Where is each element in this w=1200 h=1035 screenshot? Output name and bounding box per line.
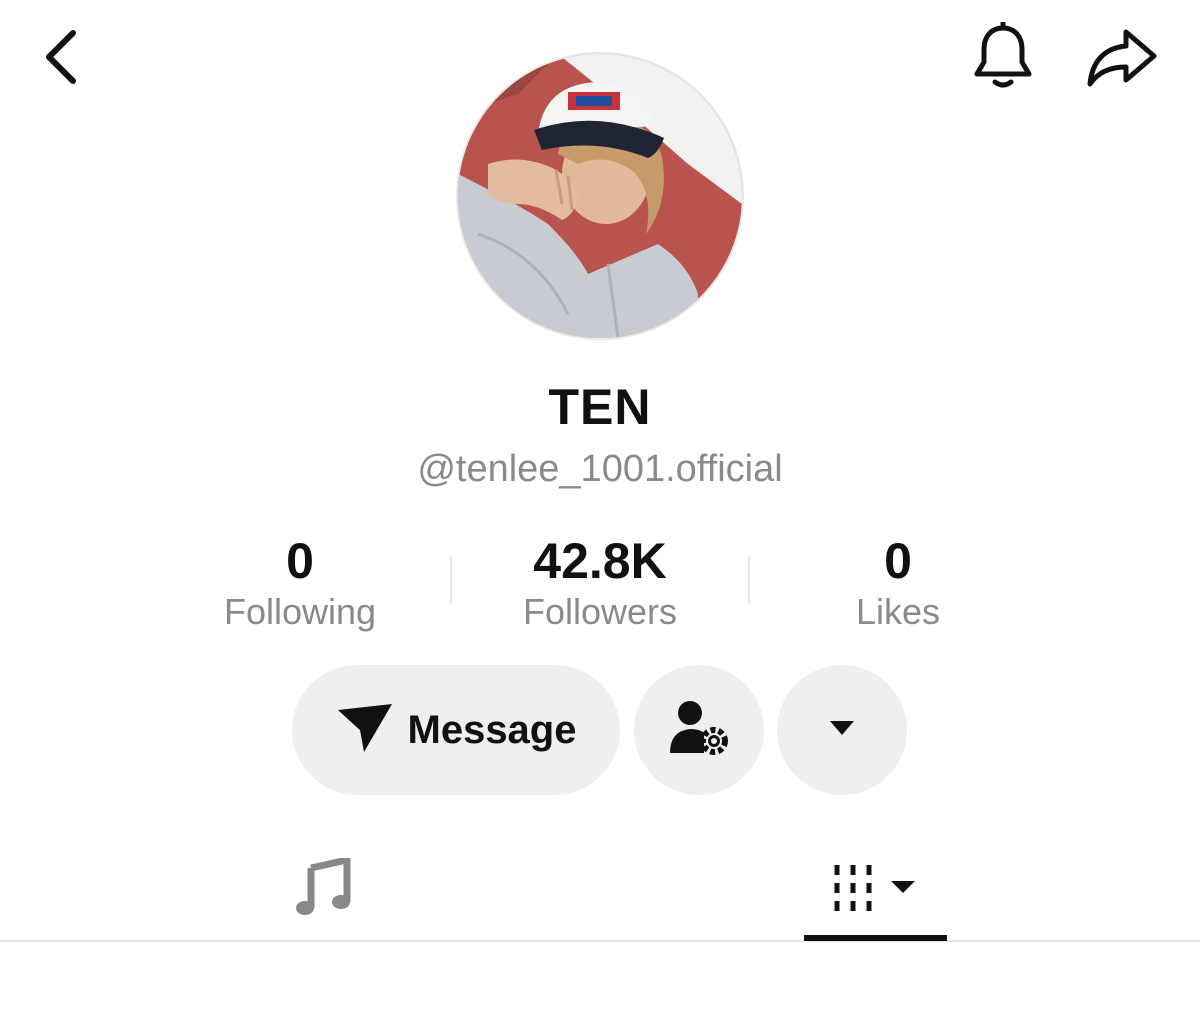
user-gear-icon <box>668 699 730 762</box>
message-label: Message <box>407 707 577 752</box>
likes-label: Likes <box>855 591 941 632</box>
notification-button[interactable] <box>966 20 1040 97</box>
tabs-divider <box>0 940 1200 942</box>
followers-label: Followers <box>522 591 678 632</box>
send-arrow-icon <box>336 702 394 759</box>
likes-count: 0 <box>884 533 912 589</box>
caret-down-icon <box>828 719 856 742</box>
following-label: Following <box>223 591 377 632</box>
active-tab-indicator <box>804 935 947 941</box>
follow-settings-button[interactable] <box>634 665 764 795</box>
followers-count: 42.8K <box>533 533 667 589</box>
bell-icon <box>971 20 1035 97</box>
share-arrow-icon <box>1086 26 1158 93</box>
music-note-icon <box>295 856 351 923</box>
following-count: 0 <box>286 533 314 589</box>
back-button[interactable] <box>30 26 92 92</box>
username-handle: @tenlee_1001.official <box>417 448 783 490</box>
grid-bars-icon <box>831 861 921 920</box>
following-stat[interactable]: 0 Following <box>150 532 450 634</box>
tab-posts[interactable] <box>804 840 947 940</box>
more-options-button[interactable] <box>777 665 907 795</box>
message-button[interactable]: Message <box>292 665 620 795</box>
display-name: TEN <box>548 379 652 435</box>
avatar[interactable] <box>456 52 744 340</box>
followers-stat[interactable]: 42.8K Followers <box>450 532 750 634</box>
tab-music[interactable] <box>260 840 386 940</box>
likes-stat[interactable]: 0 Likes <box>748 532 1048 634</box>
share-button[interactable] <box>1082 22 1162 96</box>
chevron-left-icon <box>41 27 81 92</box>
